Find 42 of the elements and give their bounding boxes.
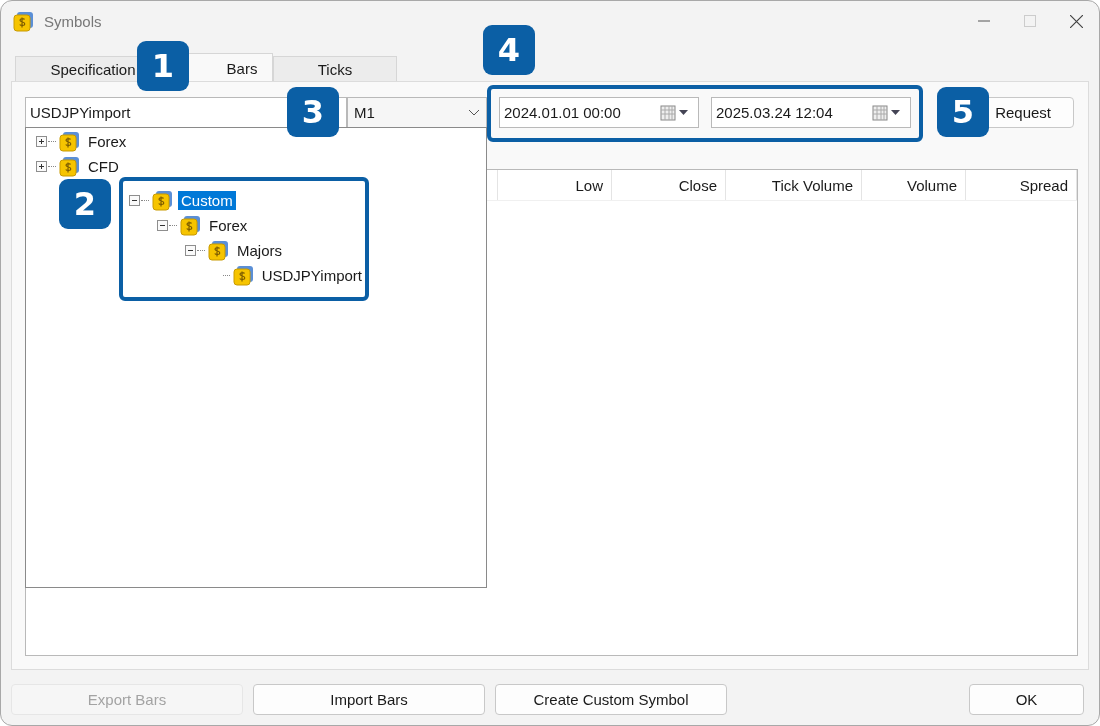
chevron-icon	[468, 108, 480, 117]
close-icon	[1069, 14, 1083, 28]
callout-tooltip: 3	[287, 87, 339, 137]
timeframe-dropdown[interactable]: M1	[347, 97, 487, 128]
tab[interactable]: Ticks	[273, 56, 397, 82]
callout-tooltip: 1	[137, 41, 189, 91]
calendar-icon	[660, 104, 690, 121]
ok-button[interactable]: OK	[969, 683, 1084, 715]
column-header[interactable]: Low	[498, 170, 612, 200]
callout-tooltip: 2	[59, 179, 111, 229]
tree-item[interactable]: Majors	[234, 241, 285, 260]
tree-item[interactable]: Forex	[85, 132, 130, 151]
column-header[interactable]: Close	[612, 170, 726, 200]
action-button[interactable]: Import Bars	[253, 683, 485, 715]
tree-item[interactable]: Custom	[178, 191, 236, 210]
tree-item[interactable]: CFD	[85, 157, 122, 176]
column-header[interactable]: Spread	[966, 170, 1077, 200]
column-header[interactable]: Tick Volume	[726, 170, 862, 200]
callout-tooltip: 5	[937, 87, 989, 137]
currency-icon	[152, 190, 173, 211]
expand-icon[interactable]	[36, 136, 47, 147]
window-title: Symbols	[44, 12, 102, 30]
currency-icon	[208, 240, 229, 261]
collapse-icon[interactable]	[185, 245, 196, 256]
tree-item[interactable]: Forex	[206, 216, 251, 235]
calendar-icon	[872, 104, 902, 121]
currency-icon	[13, 10, 34, 32]
callout-tooltip: 4	[483, 25, 535, 75]
expand-icon[interactable]	[36, 161, 47, 172]
currency-icon	[180, 215, 201, 236]
collapse-icon[interactable]	[129, 195, 140, 206]
date-field[interactable]: 2025.03.24 12:04	[711, 97, 911, 128]
maximize-icon	[1024, 15, 1036, 27]
currency-icon	[59, 156, 80, 177]
collapse-icon[interactable]	[157, 220, 168, 231]
tree-item[interactable]: USDJPYimport	[258, 266, 365, 285]
minimize-icon	[978, 20, 990, 22]
action-button[interactable]: Create Custom Symbol	[495, 683, 727, 715]
date-field[interactable]: 2024.01.01 00:00	[499, 97, 699, 128]
column-header[interactable]: Volume	[862, 170, 966, 200]
currency-icon	[59, 131, 80, 152]
currency-icon	[232, 265, 254, 286]
